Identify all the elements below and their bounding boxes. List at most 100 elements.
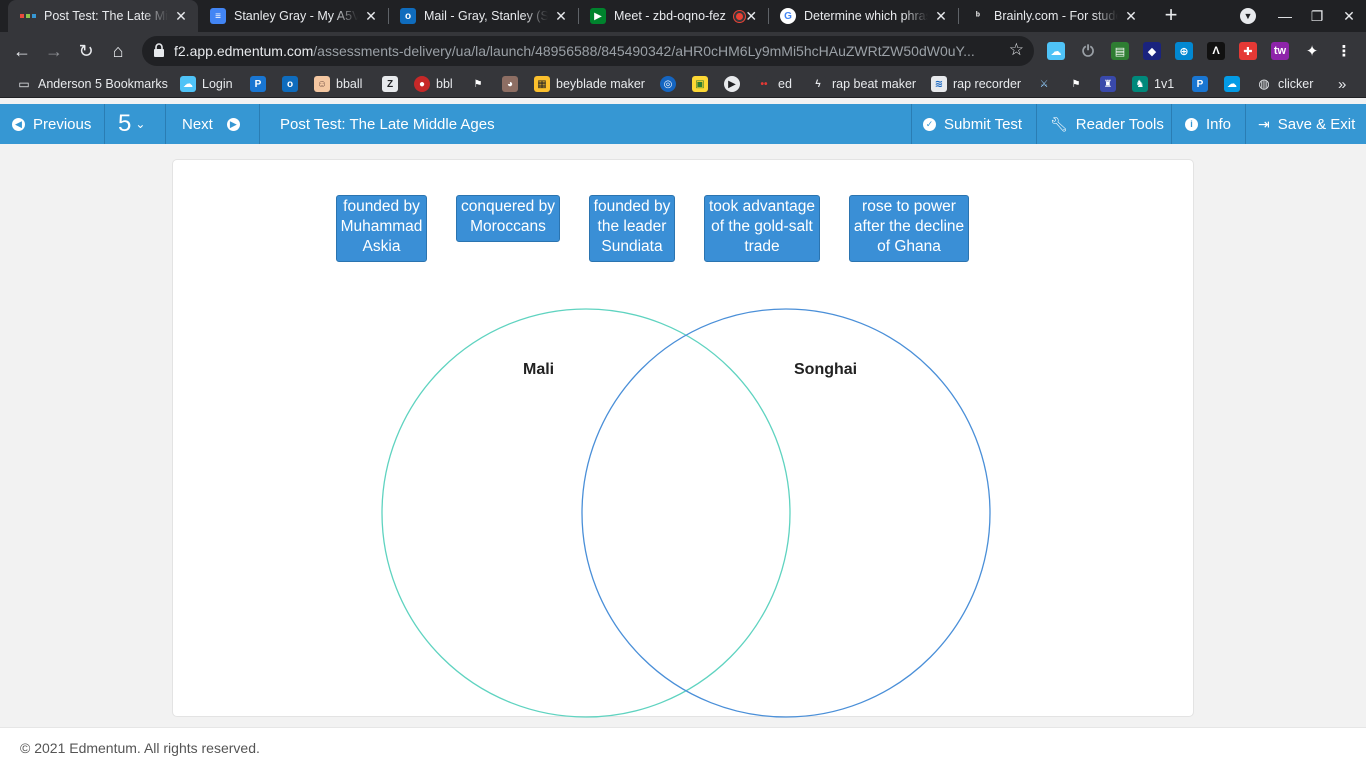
cloud-extension-icon[interactable]: ☁ xyxy=(1047,42,1065,60)
minimize-icon[interactable]: — xyxy=(1268,0,1302,32)
header-divider xyxy=(104,104,105,144)
check-circle-icon: ✓ xyxy=(923,117,936,131)
tw-extension-icon[interactable]: tw xyxy=(1271,42,1289,60)
drag-tile-moroccans[interactable]: conquered by Moroccans xyxy=(456,195,560,242)
forward-arrow-icon[interactable]: → xyxy=(40,37,68,65)
tab-post-test[interactable]: Post Test: The Late Middle Ages ✕ xyxy=(8,0,198,32)
close-icon[interactable]: ✕ xyxy=(364,8,378,25)
sword-icon: ⚔ xyxy=(1036,76,1052,92)
page-footer: © 2021 Edmentum. All rights reserved. xyxy=(0,727,1366,768)
bookmark-play[interactable]: ▶ xyxy=(724,75,746,93)
header-divider xyxy=(1036,104,1037,144)
bookmark-star-icon[interactable]: ☆ xyxy=(1009,40,1024,60)
bookmark-ed[interactable]: •• ed xyxy=(756,75,792,93)
bookmark-p-2[interactable]: P xyxy=(1192,75,1214,93)
bookmark-image[interactable]: ▣ xyxy=(692,75,714,93)
flag-icon: ⚑ xyxy=(470,76,486,92)
bookmark-monkey[interactable]: ◕ xyxy=(502,75,524,93)
reader-tools-button[interactable]: 🔧︎ Reader Tools xyxy=(1050,104,1164,144)
close-icon[interactable]: ✕ xyxy=(934,8,948,25)
menu-dots-icon[interactable]: ⋮ xyxy=(1335,42,1353,60)
tab-google-docs[interactable]: ≡ Stanley Gray - My A5VAB ✕ xyxy=(198,0,388,32)
bookmark-clicker[interactable]: ◍ clicker xyxy=(1256,75,1313,93)
info-button[interactable]: i Info xyxy=(1185,104,1231,144)
copyright-text: © 2021 Edmentum. All rights reserved. xyxy=(20,740,260,756)
tab-title: Post Test: The Late Middle Ages xyxy=(44,9,168,23)
save-exit-button[interactable]: ⇥ Save & Exit xyxy=(1258,104,1355,144)
p-icon: P xyxy=(250,76,266,92)
bookmark-cloud[interactable]: ☁ xyxy=(1224,75,1246,93)
restore-icon[interactable]: ❐ xyxy=(1300,0,1334,32)
arrow-left-circle-icon: ◀ xyxy=(12,117,25,131)
play-icon: ▶ xyxy=(724,76,740,92)
header-divider xyxy=(1245,104,1246,144)
flag-icon: ⚑ xyxy=(1068,76,1084,92)
wrench-icon: 🔧︎ xyxy=(1050,115,1068,132)
game-icon: ♞ xyxy=(1132,76,1148,92)
bookmark-anderson[interactable]: ▭ Anderson 5 Bookmarks xyxy=(16,75,168,93)
extensions-puzzle-icon[interactable]: ✦ xyxy=(1303,42,1321,60)
bolt-icon: ϟ xyxy=(810,76,826,92)
tab-search-icon[interactable]: ▼ xyxy=(1231,0,1265,32)
google-meet-icon: ▶ xyxy=(590,8,606,24)
tab-separator xyxy=(388,8,389,24)
recording-icon xyxy=(733,10,745,22)
close-icon[interactable]: ✕ xyxy=(745,8,758,25)
bookmark-1v1[interactable]: ♞ 1v1 xyxy=(1132,75,1174,93)
cast-extension-icon[interactable]: ▤ xyxy=(1111,42,1129,60)
reload-icon[interactable]: ↻ xyxy=(72,37,100,65)
disc-icon: ◎ xyxy=(660,76,676,92)
tab-mail[interactable]: o Mail - Gray, Stanley (Stu ✕ xyxy=(388,0,578,32)
tab-brainly[interactable]: ᵇ Brainly.com - For stude ✕ xyxy=(958,0,1148,32)
drag-tile-sundiata[interactable]: founded by the leader Sundiata xyxy=(589,195,675,262)
bookmark-bbl[interactable]: ● bbl xyxy=(414,75,453,93)
bookmark-rap-beat[interactable]: ϟ rap beat maker xyxy=(810,75,916,93)
tab-title: Brainly.com - For stude xyxy=(994,9,1118,23)
header-divider xyxy=(911,104,912,144)
bookmark-rap-recorder[interactable]: ≋ rap recorder xyxy=(931,75,1021,93)
submit-test-button[interactable]: ✓ Submit Test xyxy=(923,104,1022,144)
bookmark-flag-2[interactable]: ⚑ xyxy=(1068,75,1090,93)
back-arrow-icon[interactable]: ← xyxy=(8,37,36,65)
tab-separator xyxy=(768,8,769,24)
wave-icon: ≋ xyxy=(931,76,947,92)
bookmark-outlook[interactable]: o xyxy=(282,75,304,93)
tab-separator xyxy=(958,8,959,24)
drag-tile-gold-salt-trade[interactable]: took advantage of the gold-salt trade xyxy=(704,195,820,262)
globe-icon: ◍ xyxy=(1256,76,1272,92)
tab-meet[interactable]: ▶ Meet - zbd-oqno-fez ✕ xyxy=(578,0,768,32)
close-icon[interactable]: ✕ xyxy=(174,8,188,25)
shield-extension-icon[interactable]: ◆ xyxy=(1143,42,1161,60)
address-bar[interactable]: f2.app.edmentum.com/assessments-delivery… xyxy=(142,36,1034,66)
google-docs-icon: ≡ xyxy=(210,8,226,24)
game-icon: ♜ xyxy=(1100,76,1116,92)
close-window-icon[interactable]: ✕ xyxy=(1332,0,1366,32)
bookmark-flag[interactable]: ⚑ xyxy=(470,75,492,93)
badge-extension-icon[interactable]: ✚ xyxy=(1239,42,1257,60)
tab-google-search[interactable]: G Determine which phrase ✕ xyxy=(768,0,958,32)
close-icon[interactable]: ✕ xyxy=(1124,8,1138,25)
new-tab-plus-icon[interactable]: + xyxy=(1160,4,1182,26)
drag-tile-decline-of-ghana[interactable]: rose to power after the decline of Ghana xyxy=(849,195,969,262)
home-icon[interactable]: ⌂ xyxy=(104,37,132,65)
cloud-icon: ☁ xyxy=(180,76,196,92)
bookmark-beyblade[interactable]: ▦ beyblade maker xyxy=(534,75,645,93)
bookmark-bball[interactable]: ☺ bball xyxy=(314,75,362,93)
bookmark-z[interactable]: Z xyxy=(382,75,404,93)
power-extension-icon[interactable]: ⏻ xyxy=(1079,42,1097,60)
web-extension-icon[interactable]: ⊕ xyxy=(1175,42,1193,60)
header-divider xyxy=(165,104,166,144)
bookmark-login[interactable]: ☁ Login xyxy=(180,75,233,93)
bookmarks-overflow-icon[interactable]: » xyxy=(1338,75,1346,93)
bookmark-p[interactable]: P xyxy=(250,75,272,93)
bookmark-disc[interactable]: ◎ xyxy=(660,75,682,93)
bookmark-game[interactable]: ♜ xyxy=(1100,75,1122,93)
a-extension-icon[interactable]: Λ xyxy=(1207,42,1225,60)
previous-button[interactable]: ◀ Previous xyxy=(12,104,91,144)
close-icon[interactable]: ✕ xyxy=(554,8,568,25)
next-button[interactable]: Next ▶ xyxy=(182,104,240,144)
browser-toolbar: ← → ↻ ⌂ f2.app.edmentum.com/assessments-… xyxy=(0,32,1366,70)
bookmark-sword[interactable]: ⚔ xyxy=(1036,75,1058,93)
question-selector[interactable]: 5 ⌄ xyxy=(118,104,145,144)
drag-tile-muhammad-askia[interactable]: founded by Muhammad Askia xyxy=(336,195,427,262)
